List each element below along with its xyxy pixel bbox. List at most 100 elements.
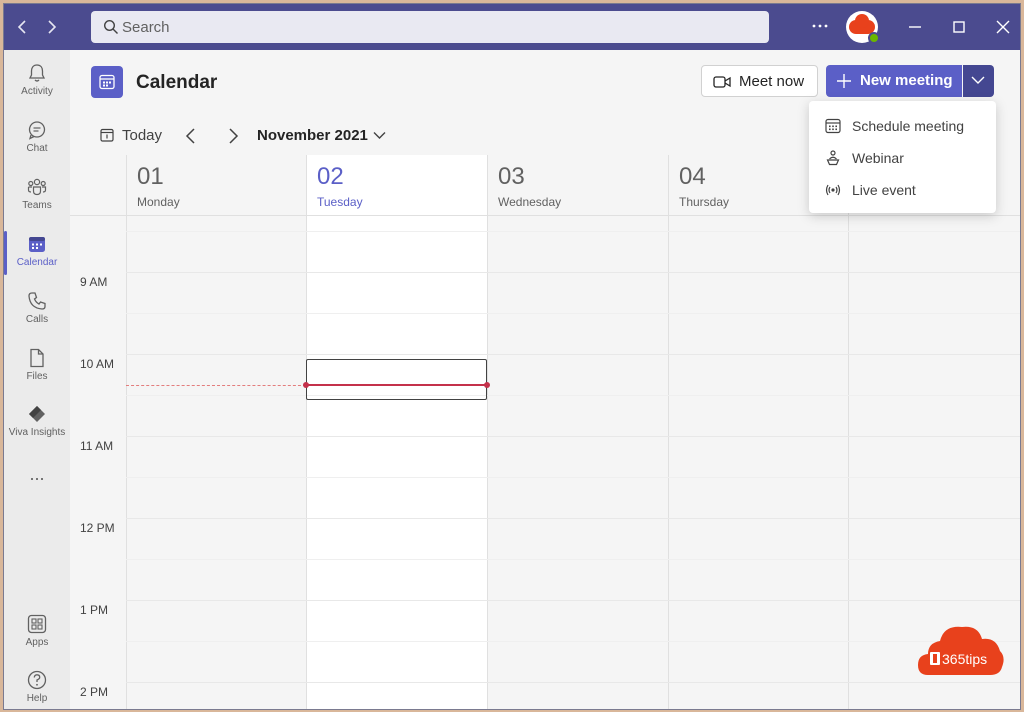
chevron-down-icon[interactable] [373,131,386,140]
maximize-button[interactable] [946,14,972,40]
rail-item-calendar[interactable]: Calendar [4,225,70,281]
time-label: 11 AM [80,439,114,453]
bell-icon [28,64,46,82]
back-button[interactable] [12,16,34,38]
rail-item-label: Files [26,371,48,382]
day-header-wednesday[interactable]: 03 Wednesday [487,155,668,215]
close-icon [996,20,1010,34]
day-column-tuesday[interactable] [306,216,487,709]
chevron-left-icon [17,20,26,34]
calendar-icon [29,237,45,252]
new-meeting-button[interactable]: New meeting [826,65,962,97]
calendar-today-icon [100,128,114,142]
chevron-right-icon [229,128,239,144]
close-button[interactable] [990,14,1016,40]
menu-item-live-event[interactable]: Live event [809,174,996,206]
meet-now-label: Meet now [739,73,805,90]
day-header-tuesday[interactable]: 02 Tuesday [306,155,487,215]
rail-item-apps[interactable]: Apps [4,605,70,661]
time-label: 12 PM [80,521,115,535]
broadcast-icon [825,184,841,196]
menu-item-schedule-meeting[interactable]: Schedule meeting [809,110,996,142]
hour-line [126,682,1020,683]
next-week-button[interactable] [224,126,242,146]
meet-now-button[interactable]: Meet now [701,65,818,97]
chat-icon [28,121,46,140]
new-meeting-menu: Schedule meeting Webinar Live event [809,101,996,213]
rail-item-calls[interactable]: Calls [4,282,70,338]
help-icon [27,670,47,690]
today-label: Today [122,127,163,144]
day-number: 02 [317,163,344,190]
page-title: Calendar [136,72,218,93]
watermark-text: 365tips [942,651,987,667]
forward-button[interactable] [40,16,62,38]
current-time-indicator [306,384,487,386]
time-label: 9 AM [80,275,108,289]
more-apps-dots: ... [29,464,45,484]
search-placeholder: Search [122,19,170,36]
day-column-wednesday[interactable] [487,216,668,709]
calendar-icon [99,74,115,90]
half-hour-line [126,641,1020,642]
365tips-watermark-logo: 365tips [918,626,1004,675]
rail-item-viva-insights[interactable]: Viva Insights [4,395,70,451]
rail-item-label: Activity [21,86,53,97]
time-label: 2 PM [80,685,109,699]
active-indicator [4,231,7,275]
calendar-app-icon [91,66,123,98]
maximize-icon [953,21,965,33]
half-hour-line [126,313,1020,314]
avatar[interactable] [846,11,880,44]
previous-week-button[interactable] [182,126,200,146]
more-apps-button[interactable]: ... [4,464,70,485]
plus-icon [836,69,852,95]
rail-item-help[interactable]: Help [4,661,70,709]
menu-item-label: Webinar [852,150,904,166]
rail-item-files[interactable]: Files [4,339,70,395]
day-name: Tuesday [317,195,363,209]
day-name: Wednesday [498,195,562,209]
day-column-monday[interactable] [126,216,306,709]
chevron-left-icon [185,128,195,144]
week-grid: 01 Monday 02 Tuesday 03 Wednesday 04 Thu… [70,155,1020,709]
presenter-icon [826,150,840,166]
title-bar: Search [4,4,1020,50]
rail-item-teams[interactable]: Teams [4,168,70,224]
half-hour-line [126,559,1020,560]
search-input[interactable]: Search [91,11,769,43]
rail-item-label: Teams [22,200,52,211]
more-options-button[interactable] [810,16,830,41]
selected-time-slot[interactable] [306,359,487,400]
hour-line [126,436,1020,437]
half-hour-line [126,477,1020,478]
current-time-dot [484,382,490,388]
search-icon [103,19,118,34]
half-hour-line [126,231,1020,232]
day-number: 01 [137,163,164,190]
rail-item-label: Calendar [16,257,58,268]
rail-item-label: Apps [25,637,49,648]
day-column-thursday[interactable] [668,216,848,709]
teams-icon [27,178,47,196]
new-meeting-dropdown-button[interactable] [963,65,994,97]
new-meeting-label: New meeting [860,72,953,89]
hour-line [126,518,1020,519]
day-header-monday[interactable]: 01 Monday [126,155,306,215]
rail-item-chat[interactable]: Chat [4,111,70,167]
hour-line [126,272,1020,273]
chevron-down-icon [971,76,985,84]
menu-item-webinar[interactable]: Webinar [809,142,996,174]
day-number: 03 [498,163,525,190]
month-picker-label[interactable]: November 2021 [257,127,368,144]
teams-window: Search Activity Chat Teams Calendar Call… [3,3,1021,710]
time-label: 1 PM [80,603,109,617]
rail-item-label: Viva Insights [8,427,66,438]
rail-item-label: Chat [26,143,48,154]
rail-item-activity[interactable]: Activity [4,54,70,110]
day-number: 04 [679,163,706,190]
current-time-guide [126,385,306,386]
minimize-button[interactable] [902,14,928,40]
half-hour-line [126,395,1020,396]
more-horizontal-icon [812,24,828,28]
